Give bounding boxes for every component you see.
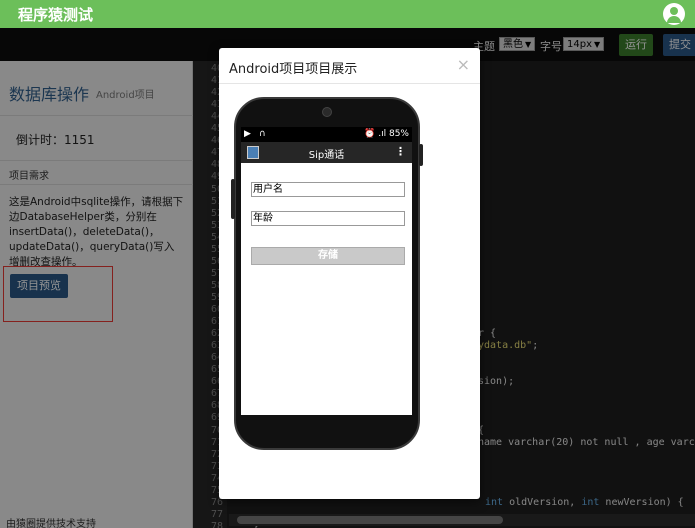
preview-modal: Android项目项目展示 × ▶ ∩ ⏰ .ıl 85% Sip通话 ⋮ 用户… bbox=[219, 48, 480, 499]
app-title-bar: Sip通话 bbox=[308, 150, 345, 161]
modal-divider bbox=[219, 83, 480, 84]
app-title: 程序猿测试 bbox=[18, 6, 94, 24]
play-icon: ▶ bbox=[244, 129, 251, 139]
overflow-menu-icon[interactable]: ⋮ bbox=[395, 145, 406, 158]
status-bar: ▶ ∩ ⏰ .ıl 85% bbox=[241, 127, 412, 142]
battery-status: ⏰ .ıl 85% bbox=[364, 129, 409, 139]
battery-level: 85% bbox=[388, 129, 409, 139]
save-button[interactable]: 存储 bbox=[251, 247, 405, 265]
user-avatar-icon[interactable] bbox=[663, 3, 685, 25]
phone-frame: ▶ ∩ ⏰ .ıl 85% Sip通话 ⋮ 用户名 年龄 存储 bbox=[231, 97, 423, 450]
modal-title: Android项目项目展示 bbox=[229, 62, 358, 77]
headset-icon: ∩ bbox=[259, 129, 266, 139]
phone-side-button bbox=[231, 179, 235, 219]
app-action-bar: Sip通话 ⋮ bbox=[241, 142, 412, 163]
phone-side-button bbox=[419, 144, 423, 166]
camera-icon bbox=[322, 107, 332, 117]
phone-screen: ▶ ∩ ⏰ .ıl 85% Sip通话 ⋮ 用户名 年龄 存储 bbox=[241, 127, 412, 415]
top-bar: 程序猿测试 bbox=[0, 0, 695, 28]
name-input[interactable]: 用户名 bbox=[251, 182, 405, 197]
age-input[interactable]: 年龄 bbox=[251, 211, 405, 226]
close-icon[interactable]: × bbox=[457, 55, 470, 74]
